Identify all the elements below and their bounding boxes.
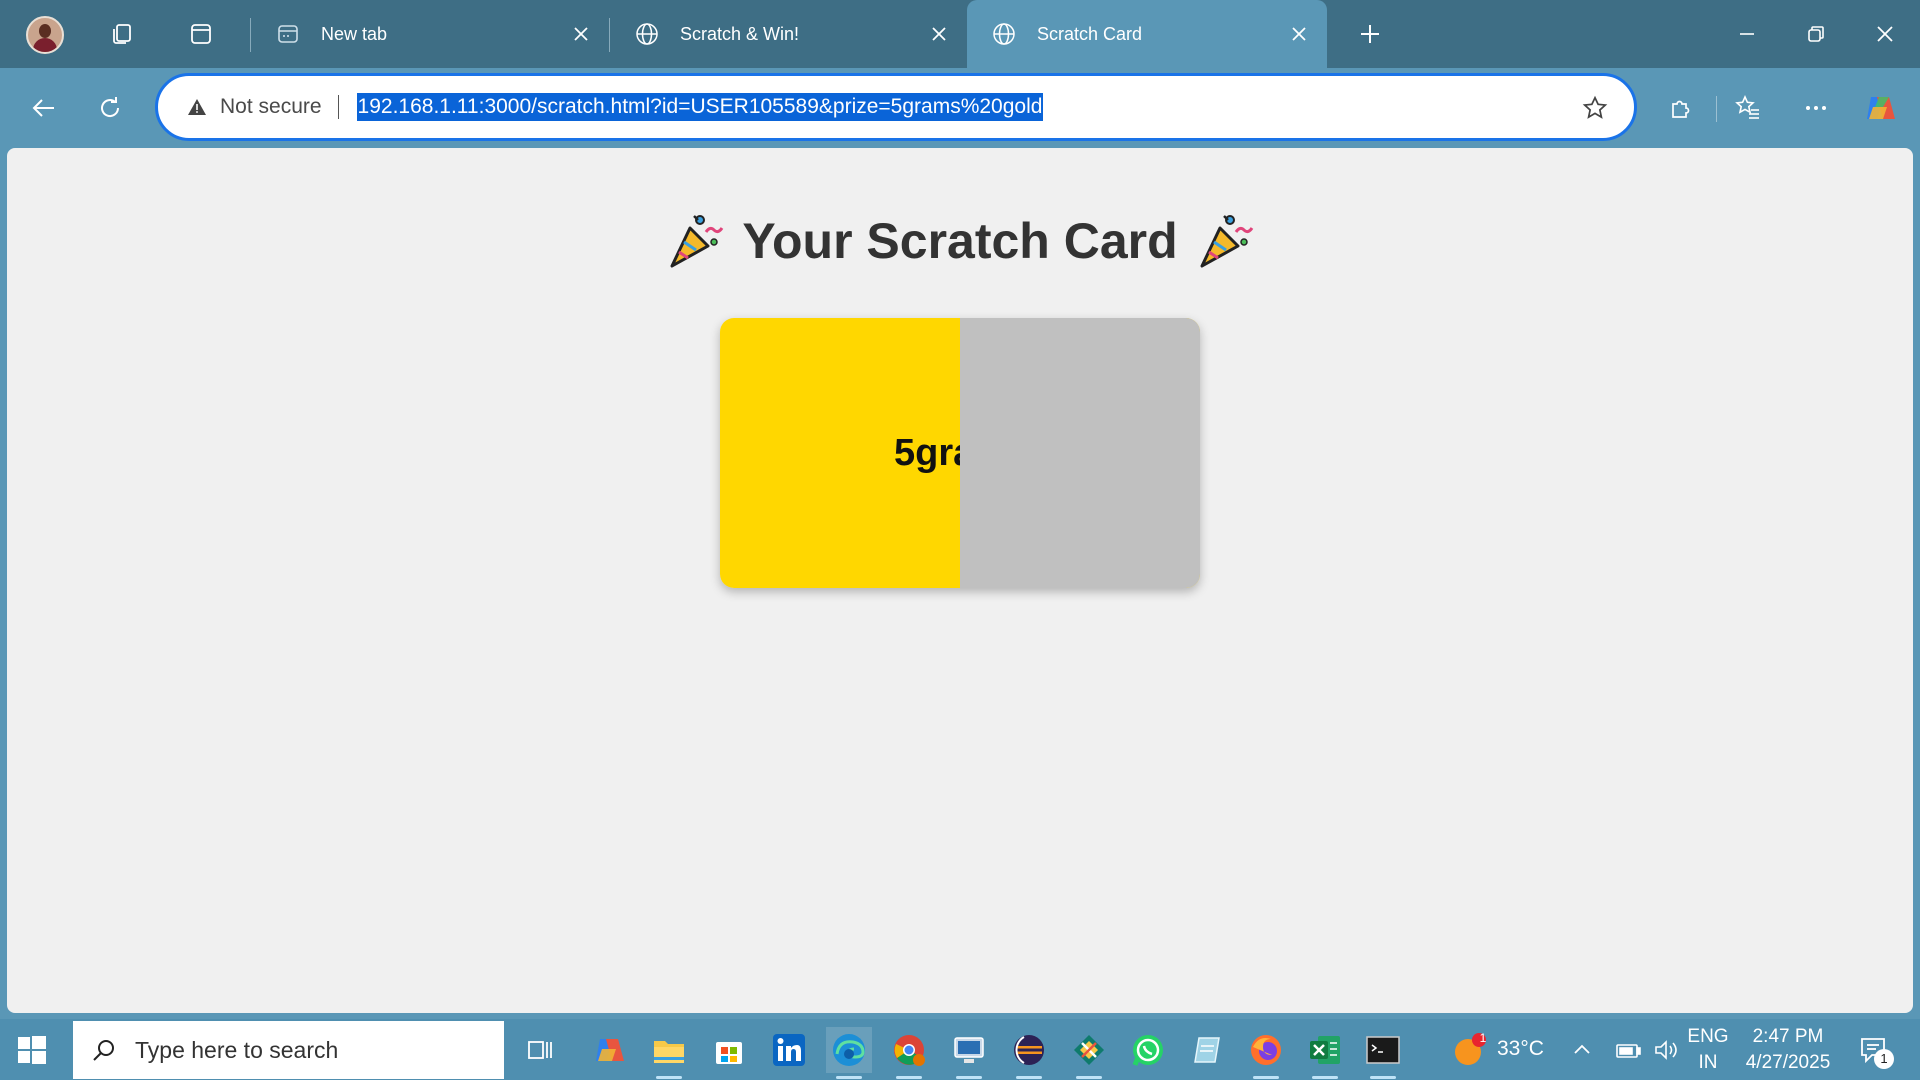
microsoft-store-icon[interactable] — [706, 1027, 752, 1073]
taskbar: Type here to search 1 33°C ENG IN 2:47 P… — [0, 1019, 1920, 1080]
firefox-icon[interactable] — [1243, 1027, 1289, 1079]
edge-browser-icon[interactable] — [826, 1027, 872, 1079]
tab-title: New tab — [321, 23, 388, 44]
globe-icon — [991, 21, 1017, 47]
favorites-icon[interactable] — [1726, 86, 1770, 130]
url-text[interactable]: 192.168.1.11:3000/scratch.html?id=USER10… — [356, 93, 1044, 121]
copilot-icon[interactable] — [1858, 86, 1902, 130]
search-placeholder: Type here to search — [135, 1036, 339, 1063]
excel-icon[interactable] — [1302, 1027, 1348, 1079]
notes-app-icon[interactable] — [1184, 1027, 1230, 1073]
tab-strip: New tab Scratch & Win! Scratch Card — [0, 0, 1920, 68]
browser-window: New tab Scratch & Win! Scratch Card Not … — [0, 0, 1920, 1019]
profile-avatar[interactable] — [26, 16, 64, 54]
task-view-icon[interactable] — [517, 1027, 563, 1073]
notification-center-icon[interactable]: 1 — [1850, 1027, 1896, 1073]
whatsapp-icon[interactable] — [1125, 1027, 1171, 1073]
page-viewport: Your Scratch Card 5gram — [7, 148, 1913, 1013]
language-line-2: IN — [1698, 1052, 1718, 1073]
weather-icon[interactable]: 1 — [1447, 1027, 1493, 1073]
not-secure-label[interactable]: Not secure — [220, 95, 322, 119]
vertical-tabs-icon[interactable] — [183, 16, 219, 52]
terminal-icon[interactable] — [1360, 1027, 1406, 1079]
clock-date: 4/27/2025 — [1745, 1052, 1831, 1073]
search-icon — [89, 1035, 119, 1065]
address-separator — [337, 95, 339, 119]
eclipse-ide-icon[interactable] — [1006, 1027, 1052, 1079]
back-arrow-icon[interactable] — [22, 86, 66, 130]
language-indicator[interactable]: ENG IN — [1682, 1024, 1734, 1076]
scratch-cover[interactable] — [960, 318, 1200, 588]
tab-title: Scratch Card — [1037, 23, 1143, 44]
heading-text: Your Scratch Card — [742, 213, 1178, 269]
windows-start-icon[interactable] — [16, 1034, 48, 1066]
close-tab-icon[interactable] — [567, 20, 595, 48]
close-window-icon[interactable] — [1865, 14, 1905, 54]
snipping-tool-icon[interactable] — [1066, 1027, 1112, 1079]
remote-desktop-icon[interactable] — [946, 1027, 992, 1079]
tab-new-tab[interactable]: New tab — [251, 0, 609, 68]
workspaces-icon[interactable] — [104, 16, 140, 52]
weather-temperature[interactable]: 33°C — [1497, 1036, 1544, 1062]
taskbar-search-box[interactable]: Type here to search — [73, 1021, 504, 1079]
file-explorer-icon[interactable] — [646, 1027, 692, 1079]
copilot-app-icon[interactable] — [586, 1027, 632, 1073]
linkedin-icon[interactable] — [766, 1027, 812, 1073]
clock[interactable]: 2:47 PM 4/27/2025 — [1738, 1024, 1838, 1076]
notification-count-badge: 1 — [1874, 1049, 1894, 1069]
clock-time: 2:47 PM — [1752, 1026, 1824, 1047]
speaker-volume-icon[interactable] — [1648, 1027, 1684, 1073]
minimize-icon[interactable] — [1727, 14, 1767, 54]
favorite-star-icon[interactable] — [1582, 95, 1608, 121]
party-popper-icon — [670, 215, 724, 268]
close-tab-icon[interactable] — [1285, 20, 1313, 48]
scratch-card[interactable]: 5gram — [720, 318, 1200, 588]
page-heading: Your Scratch Card — [7, 212, 1913, 270]
warning-icon[interactable] — [186, 96, 208, 118]
new-tab-page-icon — [275, 21, 301, 47]
globe-icon — [634, 21, 660, 47]
language-line-1: ENG — [1687, 1026, 1729, 1047]
tab-title: Scratch & Win! — [680, 23, 800, 44]
browser-toolbar: Not secure 192.168.1.11:3000/scratch.htm… — [0, 68, 1920, 148]
tab-scratch-and-win[interactable]: Scratch & Win! — [610, 0, 967, 68]
restore-icon[interactable] — [1796, 14, 1836, 54]
more-options-icon[interactable] — [1794, 86, 1838, 130]
close-tab-icon[interactable] — [925, 20, 953, 48]
battery-icon[interactable] — [1610, 1027, 1646, 1073]
new-tab-plus-icon[interactable] — [1352, 16, 1388, 52]
toolbar-separator — [1716, 96, 1717, 122]
refresh-icon[interactable] — [88, 86, 132, 130]
address-bar[interactable]: Not secure 192.168.1.11:3000/scratch.htm… — [155, 73, 1637, 141]
extensions-icon[interactable] — [1659, 86, 1703, 130]
party-popper-icon — [1200, 215, 1253, 268]
chevron-up-icon[interactable] — [1567, 1027, 1597, 1073]
tab-scratch-card[interactable]: Scratch Card — [967, 0, 1327, 68]
weather-badge: 1 — [1479, 1031, 1487, 1045]
chrome-icon[interactable] — [886, 1027, 932, 1079]
